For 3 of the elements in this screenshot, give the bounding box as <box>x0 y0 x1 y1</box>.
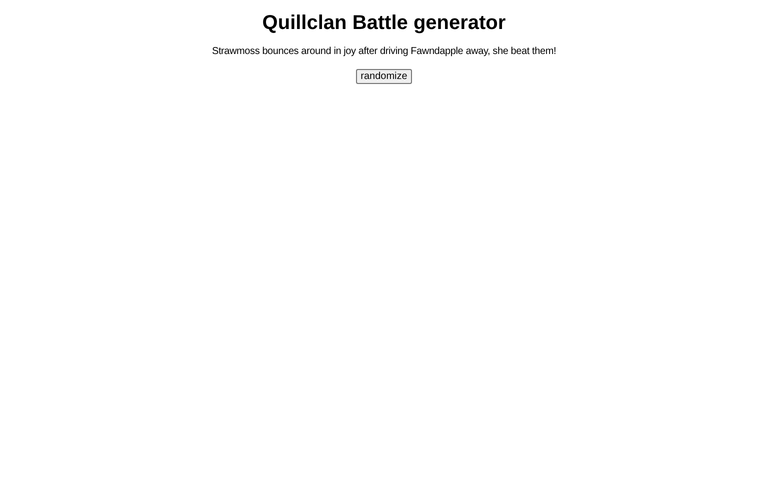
battle-sentence: Strawmoss bounces around in joy after driving Fawndapple away, she beat them! <box>210 46 558 57</box>
page-title: Quillclan Battle generator <box>261 12 507 34</box>
randomize-button[interactable]: randomize <box>356 69 412 84</box>
